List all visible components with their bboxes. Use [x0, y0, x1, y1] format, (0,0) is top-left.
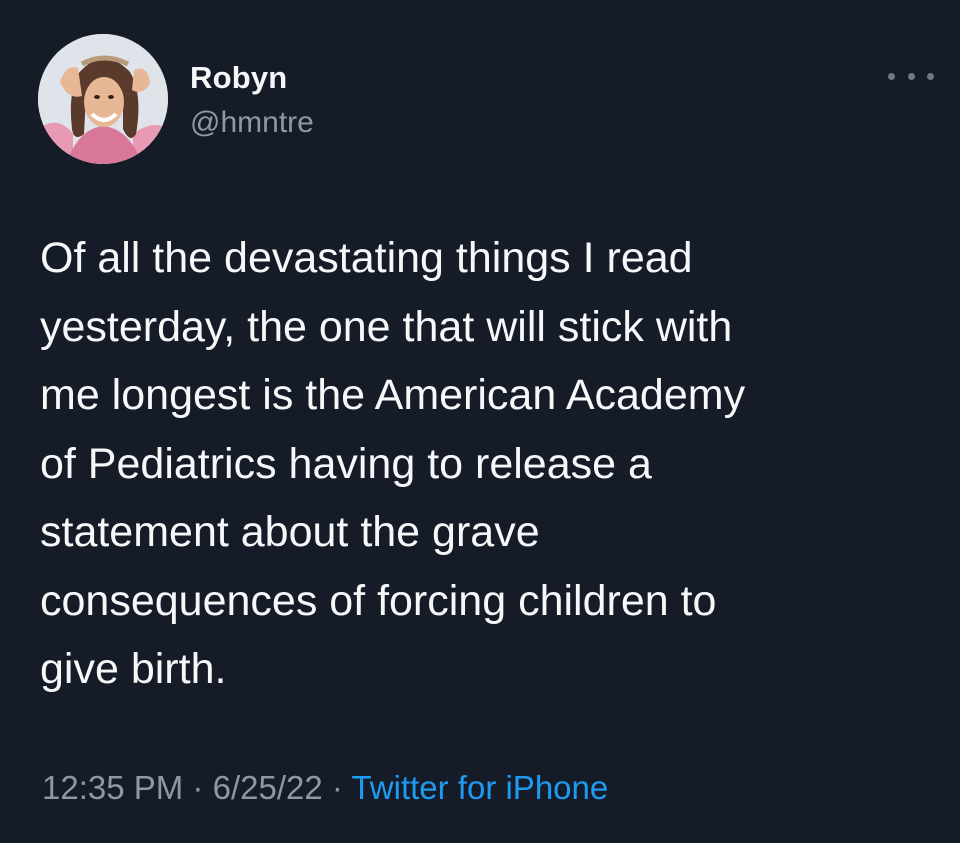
more-dot: [888, 72, 895, 80]
tweet-source-link[interactable]: Twitter for iPhone: [351, 769, 608, 806]
author-handle[interactable]: @hmntre: [190, 106, 314, 140]
more-dot: [927, 72, 934, 80]
tweet-time[interactable]: 12:35 PM: [42, 769, 183, 806]
meta-separator: ·: [192, 769, 204, 806]
author-avatar[interactable]: [38, 34, 168, 164]
tweet-metadata: 12:35 PM · 6/25/22 · Twitter for iPhone: [42, 769, 608, 807]
tweet-text: Of all the devastating things I read yes…: [40, 234, 746, 693]
tweet-date[interactable]: 6/25/22: [213, 769, 323, 806]
more-dot: [907, 72, 915, 80]
meta-separator: ·: [331, 769, 343, 806]
author-display-name[interactable]: Robyn: [190, 60, 287, 96]
tweet-card: Robyn @hmntre Of all the devastating thi…: [0, 0, 960, 843]
avatar-photo-icon: [38, 34, 168, 164]
more-options-icon[interactable]: [888, 62, 934, 90]
